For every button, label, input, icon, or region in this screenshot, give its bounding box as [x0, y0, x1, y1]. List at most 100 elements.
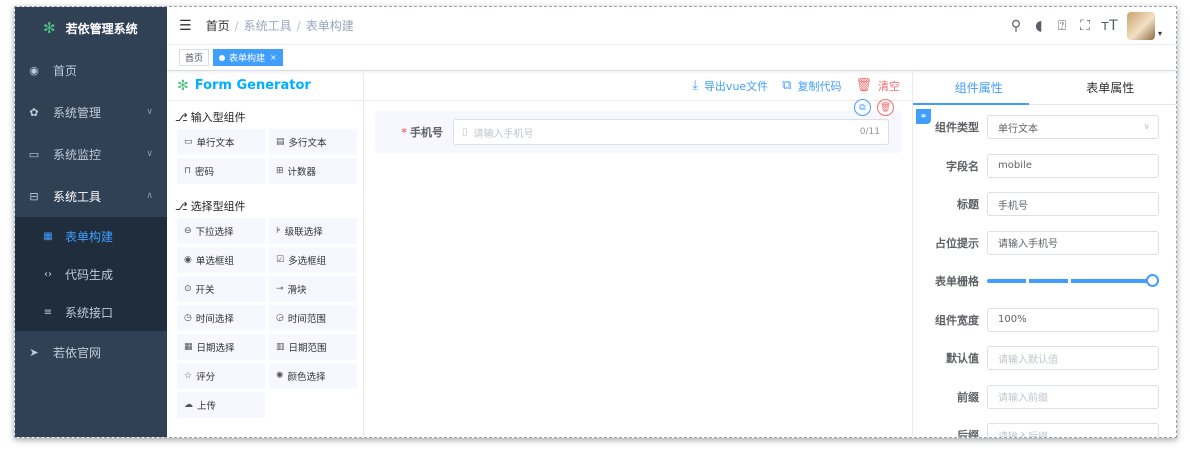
tab-form-props[interactable]: 表单属性: [1045, 71, 1177, 104]
tag-label: 首页: [185, 54, 204, 64]
input-placeholder: 请输入手机号: [473, 128, 534, 140]
sidebar-item-system[interactable]: ✿ 系统管理 ∨: [15, 91, 167, 133]
chevron-down-icon: ∨: [146, 107, 153, 117]
link-icon[interactable]: ⚭: [916, 109, 931, 124]
tags-view: 首页 表单构建 ×: [167, 45, 1176, 71]
sidebar-item-home[interactable]: ◉ 首页: [15, 49, 167, 91]
star-icon: ☆: [184, 371, 193, 381]
width-input[interactable]: 100%: [987, 307, 1159, 332]
app-logo[interactable]: ✻ 若依管理系统: [15, 7, 167, 49]
component-label: 开关: [195, 285, 215, 296]
breadcrumb-home[interactable]: 首页: [206, 19, 230, 33]
palette-icon: ✺: [276, 371, 284, 381]
sidebar-item-monitor[interactable]: ▭ 系统监控 ∨: [15, 133, 167, 175]
caret-down-icon[interactable]: ▾: [1158, 29, 1162, 38]
component-date-range[interactable]: ▥ 日期范围: [269, 334, 357, 360]
placeholder-input[interactable]: 请输入手机号: [987, 230, 1159, 255]
tag-form-build[interactable]: 表单构建 ×: [213, 49, 283, 66]
app-window: ✻ 若依管理系统 ◉ 首页 ✿ 系统管理 ∨ ▭ 系统监控 ∨ ⊟ 系统工具 ∧…: [14, 6, 1177, 438]
component-label: 上传: [197, 401, 217, 412]
slider-stop: [1026, 279, 1029, 284]
sidebar-item-tools[interactable]: ⊟ 系统工具 ∧: [15, 175, 167, 217]
avatar[interactable]: [1126, 12, 1155, 40]
sidebar-item-api[interactable]: ≡ 系统接口: [15, 293, 167, 331]
component-checkbox[interactable]: ☑ 多选框组: [269, 247, 357, 273]
sidebar-item-code-gen[interactable]: ‹› 代码生成: [15, 255, 167, 293]
component-radio[interactable]: ◉ 单选框组: [177, 247, 265, 273]
tag-home[interactable]: 首页: [179, 49, 210, 66]
component-time-range[interactable]: ◶ 时间范围: [269, 305, 357, 331]
mobile-input[interactable]: ▯ 请输入手机号 0/11: [453, 119, 889, 145]
form-item-mobile[interactable]: ⧉ 🗑 * 手机号 ▯ 请输入手机号 0/11: [375, 99, 902, 153]
sidebar-item-website[interactable]: ➤ 若依官网: [15, 331, 167, 373]
default-value-input[interactable]: 请输入默认值: [987, 346, 1159, 371]
component-number[interactable]: ⊞ 计数器: [269, 158, 357, 184]
prop-field-name: 字段名 mobile: [913, 147, 1176, 186]
radio-icon: ◉: [184, 255, 192, 265]
input-group-title: ⎇ 输入型组件: [167, 101, 363, 129]
component-cascader[interactable]: ⊧ 级联选择: [269, 218, 357, 244]
required-mark: *: [401, 126, 407, 139]
calendar-icon: ▦: [184, 342, 193, 352]
field-name-input[interactable]: mobile: [987, 153, 1159, 178]
github-icon[interactable]: ◖: [1032, 18, 1046, 34]
prop-default: 默认值 请输入默认值: [913, 339, 1176, 378]
sidebar-item-label: 系统监控: [53, 147, 102, 162]
active-tab-indicator: [913, 103, 1029, 105]
prop-label: 表单栅格: [935, 275, 979, 289]
question-icon[interactable]: ⍰: [1055, 18, 1069, 34]
component-date[interactable]: ▦ 日期选择: [177, 334, 265, 360]
sidebar-item-label: 代码生成: [65, 267, 114, 282]
component-rate[interactable]: ☆ 评分: [177, 363, 265, 389]
export-vue-button[interactable]: ⤓ 导出vue文件: [692, 78, 768, 94]
hamburger-icon[interactable]: ☰: [179, 18, 192, 34]
clear-button[interactable]: 🗑 清空: [855, 78, 900, 94]
prop-placeholder: 占位提示 请输入手机号: [913, 224, 1176, 263]
copy-code-button[interactable]: ⧉ 复制代码: [782, 78, 841, 94]
component-upload[interactable]: ☁ 上传: [177, 392, 265, 418]
component-select[interactable]: ⊖ 下拉选择: [177, 218, 265, 244]
tag-label: 表单构建: [229, 54, 266, 64]
component-label: 评分: [196, 372, 216, 383]
title-input[interactable]: 手机号: [987, 192, 1159, 217]
span-slider[interactable]: [987, 269, 1159, 293]
prop-title: 标题 手机号: [913, 185, 1176, 224]
copy-item-icon[interactable]: ⧉: [854, 99, 871, 116]
slider-handle[interactable]: [1146, 274, 1159, 288]
component-textarea[interactable]: ▤ 多行文本: [269, 129, 357, 155]
logo-icon: ✻: [177, 77, 189, 94]
component-input[interactable]: ▭ 单行文本: [177, 129, 265, 155]
swagger-icon: ≡: [43, 306, 53, 318]
textarea-icon: ▤: [276, 137, 285, 147]
component-slider[interactable]: ⊸ 滑块: [269, 276, 357, 302]
delete-item-icon[interactable]: 🗑: [877, 99, 894, 116]
component-color[interactable]: ✺ 颜色选择: [269, 363, 357, 389]
clock-icon: ◷: [184, 313, 192, 323]
tab-component-props[interactable]: 组件属性: [913, 71, 1045, 104]
sidebar-item-form-build[interactable]: ▦ 表单构建: [15, 217, 167, 255]
upload-icon: ☁: [184, 400, 193, 410]
toolbox-icon: ⊟: [29, 189, 39, 203]
prop-label: 标题: [957, 198, 979, 212]
component-type-select[interactable]: 单行文本 ∨: [987, 115, 1159, 140]
input-icon: ▭: [184, 137, 193, 147]
form-generator: ✻ Form Generator ⎇ 输入型组件 ▭ 单行文本 ▤ 多行文本 ⊓ 密码…: [167, 71, 1176, 437]
prefix-input[interactable]: 请输入前缀: [987, 384, 1159, 409]
close-icon[interactable]: ×: [270, 53, 277, 62]
prop-width: 组件宽度 100%: [913, 301, 1176, 340]
search-icon[interactable]: ⚲: [1009, 18, 1023, 34]
font-size-icon[interactable]: ᴛT: [1101, 18, 1118, 34]
mobile-icon: ▯: [462, 126, 468, 138]
component-icon: ⎇: [175, 199, 188, 213]
component-switch[interactable]: ⊙ 开关: [177, 276, 265, 302]
send-icon: ➤: [29, 345, 39, 359]
component-label: 下拉选择: [195, 227, 234, 238]
component-password[interactable]: ⊓ 密码: [177, 158, 265, 184]
field-label: 手机号: [410, 126, 443, 139]
sidebar: ✻ 若依管理系统 ◉ 首页 ✿ 系统管理 ∨ ▭ 系统监控 ∨ ⊟ 系统工具 ∧…: [15, 7, 167, 437]
component-time[interactable]: ◷ 时间选择: [177, 305, 265, 331]
active-dot: [219, 54, 226, 61]
fullscreen-icon[interactable]: ⛶: [1078, 18, 1092, 34]
components-board: ✻ Form Generator ⎇ 输入型组件 ▭ 单行文本 ▤ 多行文本 ⊓ 密码…: [167, 71, 364, 437]
suffix-input[interactable]: 请输入后缀: [987, 423, 1159, 437]
